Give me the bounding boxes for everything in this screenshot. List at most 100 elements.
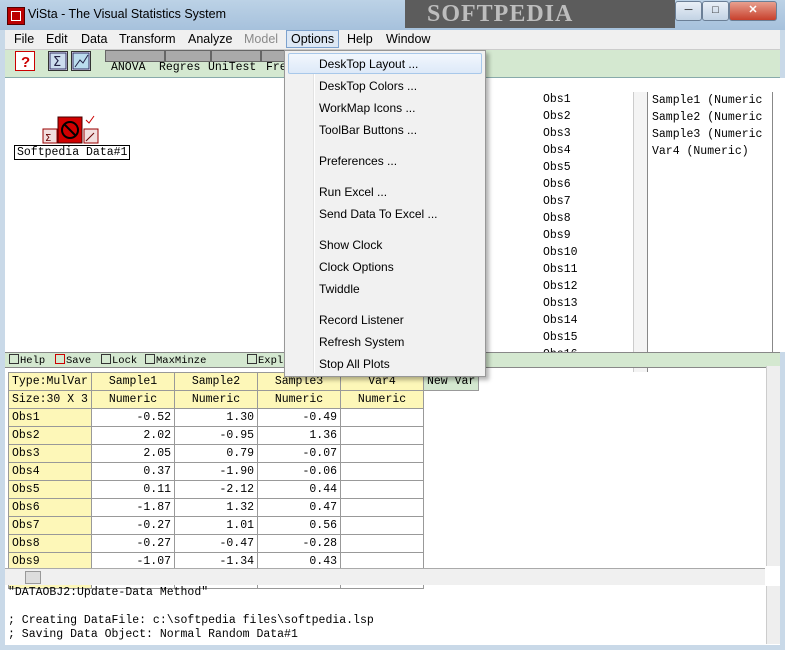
help-checkbox[interactable]: Help bbox=[9, 354, 45, 367]
column-type[interactable]: Numeric bbox=[174, 390, 258, 409]
grid-cell[interactable]: 2.02 bbox=[91, 426, 175, 445]
menu-window[interactable]: Window bbox=[386, 32, 430, 46]
minimize-button[interactable]: ─ bbox=[675, 1, 702, 21]
grid-cell[interactable] bbox=[340, 480, 424, 499]
grid-cell[interactable] bbox=[340, 498, 424, 517]
expl-checkbox[interactable]: Expl bbox=[247, 354, 283, 367]
row-header[interactable]: Obs7 bbox=[8, 516, 92, 535]
row-header[interactable]: Obs5 bbox=[8, 480, 92, 499]
column-type[interactable]: Numeric bbox=[340, 390, 424, 409]
list-item[interactable]: Obs7 bbox=[543, 193, 578, 210]
maximize-button[interactable]: □ bbox=[702, 1, 729, 21]
list-item[interactable]: Obs13 bbox=[543, 295, 578, 312]
grid-cell[interactable]: 0.47 bbox=[257, 498, 341, 517]
save-checkbox[interactable]: Save bbox=[55, 354, 91, 367]
menu-item-twiddle[interactable]: Twiddle bbox=[319, 282, 360, 296]
column-type[interactable]: Numeric bbox=[91, 390, 175, 409]
maxminze-checkbox[interactable]: MaxMinze bbox=[145, 354, 206, 367]
menu-item-clock-options[interactable]: Clock Options bbox=[319, 260, 394, 274]
grid-cell[interactable]: -0.28 bbox=[257, 534, 341, 553]
menu-item-send-to-excel[interactable]: Send Data To Excel ... bbox=[319, 207, 438, 221]
list-item[interactable]: Obs8 bbox=[543, 210, 578, 227]
row-header[interactable]: Obs2 bbox=[8, 426, 92, 445]
lock-checkbox[interactable]: Lock bbox=[101, 354, 137, 367]
row-header[interactable]: Obs8 bbox=[8, 534, 92, 553]
observation-scrollbar[interactable] bbox=[633, 92, 647, 372]
menu-edit[interactable]: Edit bbox=[46, 32, 68, 46]
dataset-icon[interactable]: Σ bbox=[42, 114, 100, 148]
list-item[interactable]: Obs9 bbox=[543, 227, 578, 244]
list-item[interactable]: Obs12 bbox=[543, 278, 578, 295]
grid-cell[interactable]: -0.47 bbox=[174, 534, 258, 553]
menu-item-show-clock[interactable]: Show Clock bbox=[319, 238, 382, 252]
grid-cell[interactable]: -0.95 bbox=[174, 426, 258, 445]
list-item[interactable]: Obs6 bbox=[543, 176, 578, 193]
list-item[interactable]: Sample1 (Numeric bbox=[652, 92, 772, 109]
menu-file[interactable]: File bbox=[14, 32, 34, 46]
grid-cell[interactable] bbox=[340, 516, 424, 535]
grid-cell[interactable]: 1.32 bbox=[174, 498, 258, 517]
column-header[interactable]: Sample2 bbox=[174, 372, 258, 391]
listener-window[interactable]: "DATAOBJ2:Update-Data Method" ; Creating… bbox=[5, 586, 765, 646]
grid-cell[interactable]: -0.06 bbox=[257, 462, 341, 481]
menu-item-preferences[interactable]: Preferences ... bbox=[319, 154, 397, 168]
grid-cell[interactable] bbox=[340, 462, 424, 481]
grid-cell[interactable]: -1.87 bbox=[91, 498, 175, 517]
anova-button[interactable]: ANOVA bbox=[111, 61, 146, 74]
help-icon[interactable]: ? bbox=[15, 51, 35, 71]
row-header[interactable]: Obs3 bbox=[8, 444, 92, 463]
list-item[interactable]: Obs1 bbox=[543, 91, 578, 108]
row-header[interactable]: Obs6 bbox=[8, 498, 92, 517]
grid-cell[interactable]: -0.49 bbox=[257, 408, 341, 427]
grid-cell[interactable]: -0.27 bbox=[91, 516, 175, 535]
grid-cell[interactable]: 0.56 bbox=[257, 516, 341, 535]
close-button[interactable]: ✕ bbox=[729, 1, 777, 21]
list-item[interactable]: Obs15 bbox=[543, 329, 578, 346]
app-icon[interactable] bbox=[7, 7, 25, 25]
menu-item-toolbar-buttons[interactable]: ToolBar Buttons ... bbox=[319, 123, 417, 137]
menu-analyze[interactable]: Analyze bbox=[188, 32, 232, 46]
menu-data[interactable]: Data bbox=[81, 32, 107, 46]
grid-cell[interactable] bbox=[340, 426, 424, 445]
list-item[interactable]: Obs2 bbox=[543, 108, 578, 125]
grid-vertical-scrollbar[interactable] bbox=[766, 366, 780, 566]
sigma-icon[interactable]: Σ bbox=[48, 51, 68, 71]
column-type[interactable]: Numeric bbox=[257, 390, 341, 409]
menu-item-record-listener[interactable]: Record Listener bbox=[319, 313, 404, 327]
menu-item-stop-all-plots[interactable]: Stop All Plots bbox=[319, 357, 390, 371]
menu-item-workmap-icons[interactable]: WorkMap Icons ... bbox=[319, 101, 415, 115]
plot-icon[interactable] bbox=[71, 51, 91, 71]
dataset-label[interactable]: Softpedia Data#1 bbox=[14, 145, 131, 160]
regres-button[interactable]: Regres bbox=[159, 61, 200, 74]
row-header[interactable]: Obs1 bbox=[8, 408, 92, 427]
grid-cell[interactable]: -2.12 bbox=[174, 480, 258, 499]
grid-cell[interactable]: 0.44 bbox=[257, 480, 341, 499]
menu-item-refresh-system[interactable]: Refresh System bbox=[319, 335, 404, 349]
menu-help[interactable]: Help bbox=[347, 32, 373, 46]
grid-cell[interactable]: 0.37 bbox=[91, 462, 175, 481]
scroll-thumb[interactable] bbox=[25, 571, 41, 584]
list-item[interactable]: Obs14 bbox=[543, 312, 578, 329]
grid-cell[interactable]: -0.27 bbox=[91, 534, 175, 553]
grid-cell[interactable]: 2.05 bbox=[91, 444, 175, 463]
list-item[interactable]: Sample3 (Numeric bbox=[652, 126, 772, 143]
menu-options[interactable]: Options bbox=[286, 30, 340, 48]
list-item[interactable]: Obs3 bbox=[543, 125, 578, 142]
grid-cell[interactable] bbox=[340, 408, 424, 427]
grid-cell[interactable]: 0.79 bbox=[174, 444, 258, 463]
list-item[interactable]: Var4 (Numeric) bbox=[652, 143, 772, 160]
grid-cell[interactable]: 1.01 bbox=[174, 516, 258, 535]
grid-cell[interactable] bbox=[340, 534, 424, 553]
grid-cell[interactable]: -1.90 bbox=[174, 462, 258, 481]
list-item[interactable]: Obs11 bbox=[543, 261, 578, 278]
grid-horizontal-scrollbar[interactable] bbox=[5, 568, 765, 585]
menu-item-run-excel[interactable]: Run Excel ... bbox=[319, 185, 387, 199]
list-item[interactable]: Obs10 bbox=[543, 244, 578, 261]
column-header[interactable]: Sample1 bbox=[91, 372, 175, 391]
list-item[interactable]: Obs4 bbox=[543, 142, 578, 159]
grid-cell[interactable]: 0.11 bbox=[91, 480, 175, 499]
grid-cell[interactable]: -0.07 bbox=[257, 444, 341, 463]
menu-item-desktop-layout[interactable]: DeskTop Layout ... bbox=[319, 57, 418, 71]
grid-cell[interactable] bbox=[340, 444, 424, 463]
list-item[interactable]: Sample2 (Numeric bbox=[652, 109, 772, 126]
